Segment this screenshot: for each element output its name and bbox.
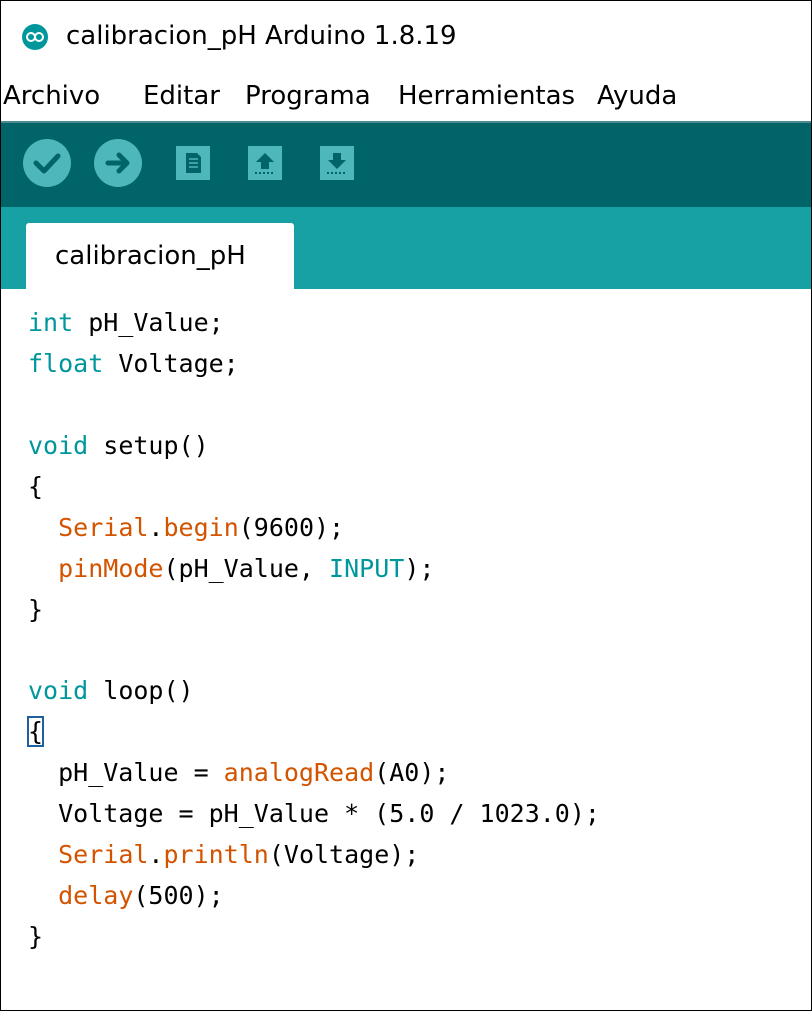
down-arrow-icon <box>327 153 347 174</box>
code-line-2: float Voltage; <box>28 349 239 378</box>
code-line-10: void loop() <box>28 676 194 705</box>
code-line-11: { <box>26 716 45 747</box>
right-arrow-icon <box>105 152 130 174</box>
code-line-15: delay(500); <box>58 881 224 910</box>
code-line-7: pinMode(pH_Value, INPUT); <box>58 554 435 583</box>
checkmark-icon <box>33 153 61 174</box>
menu-herramientas[interactable]: Herramientas <box>398 81 575 111</box>
tab-strip: calibracion_pH <box>1 207 811 289</box>
code-line-13: Voltage = pH_Value * (5.0 / 1023.0); <box>28 799 600 828</box>
tab-label: calibracion_pH <box>55 241 246 271</box>
code-line-8: } <box>28 595 44 624</box>
tab-calibracion-ph[interactable]: calibracion_pH <box>26 223 294 289</box>
new-file-icon <box>186 153 201 173</box>
up-arrow-icon <box>255 153 275 174</box>
open-button[interactable] <box>248 146 282 180</box>
code-editor[interactable]: int pH_Value; float Voltage; void setup(… <box>1 289 811 1010</box>
new-button[interactable] <box>176 146 210 180</box>
menu-programa[interactable]: Programa <box>245 81 371 111</box>
code-line-4: void setup() <box>28 431 209 460</box>
code-line-12: pH_Value = analogRead(A0); <box>28 758 450 787</box>
menu-editar[interactable]: Editar <box>143 81 220 111</box>
save-button[interactable] <box>320 146 354 180</box>
arduino-logo-icon <box>22 24 48 50</box>
window-title: calibracion_pH Arduino 1.8.19 <box>66 21 457 51</box>
verify-button[interactable] <box>23 139 71 187</box>
menu-ayuda[interactable]: Ayuda <box>597 81 677 111</box>
code-line-6: Serial.begin(9600); <box>58 513 345 542</box>
menu-bar: Archivo Editar Programa Herramientas Ayu… <box>1 73 811 121</box>
code-line-5: { <box>28 472 44 501</box>
code-line-16: } <box>28 922 44 951</box>
upload-button[interactable] <box>94 139 142 187</box>
text-cursor-brace: { <box>26 716 45 747</box>
code-line-14: Serial.println(Voltage); <box>58 840 420 869</box>
menu-archivo[interactable]: Archivo <box>3 81 100 111</box>
title-bar: calibracion_pH Arduino 1.8.19 <box>1 1 811 73</box>
code-line-1: int pH_Value; <box>28 308 224 337</box>
arduino-ide-window: calibracion_pH Arduino 1.8.19 Archivo Ed… <box>0 0 812 1011</box>
toolbar <box>1 121 811 207</box>
